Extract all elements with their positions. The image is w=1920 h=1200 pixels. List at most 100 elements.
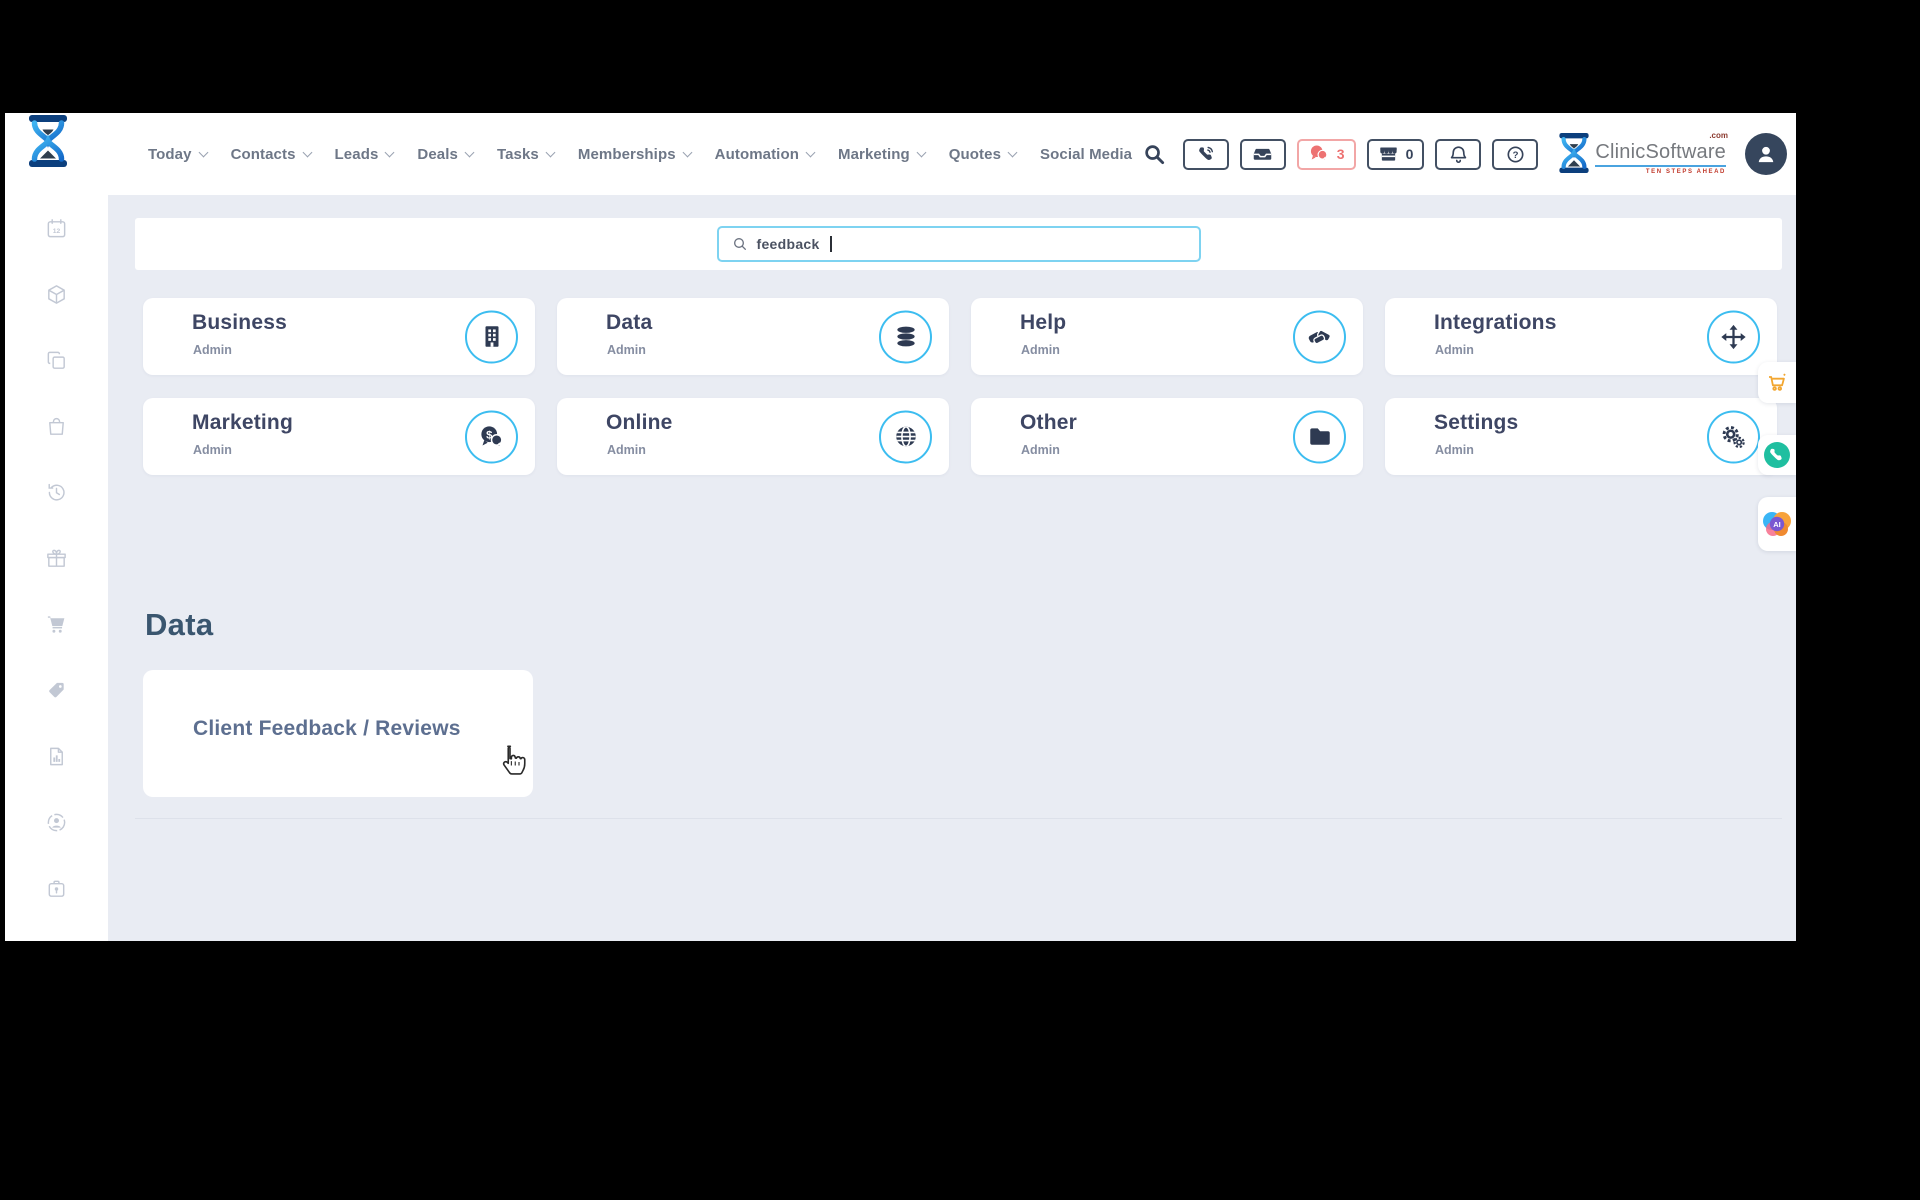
nav-label: Contacts [230, 145, 296, 163]
nav-item-quotes[interactable]: Quotes [948, 145, 1018, 163]
brand-logo[interactable]: ClinicSoftware .com TEN STEPS AHEAD [1557, 131, 1728, 175]
category-card-data[interactable]: Data Admin [557, 298, 949, 375]
category-card-marketing[interactable]: Marketing Admin $ [143, 398, 535, 475]
nav-item-deals[interactable]: Deals [417, 145, 475, 163]
cube-icon[interactable] [45, 283, 68, 306]
result-card-client-feedback[interactable]: Client Feedback / Reviews [143, 670, 533, 797]
card-title: Data [606, 311, 653, 334]
history-icon[interactable] [45, 481, 68, 504]
nav-item-tasks[interactable]: Tasks [496, 145, 556, 163]
bell-icon [1448, 144, 1469, 165]
globe-icon [879, 410, 932, 463]
brand-underline [1595, 165, 1726, 167]
help-button[interactable]: ? [1492, 138, 1539, 170]
messages-button[interactable]: 3 [1296, 138, 1356, 170]
inbox-button[interactable] [1239, 138, 1286, 170]
gift-icon[interactable] [45, 547, 68, 570]
hourglass-logo-icon [1557, 133, 1591, 173]
nav-label: Marketing [837, 145, 910, 163]
chat-dollar-icon: $ [465, 410, 518, 463]
ai-assistant-icon: AI [1763, 512, 1791, 536]
nav-item-automation[interactable]: Automation [714, 145, 816, 163]
search-icon[interactable] [1143, 143, 1166, 166]
nav-item-contacts[interactable]: Contacts [230, 145, 312, 163]
card-subtitle: Admin [1435, 343, 1474, 357]
card-title: Business [192, 311, 287, 334]
phone-icon [1196, 144, 1216, 164]
storefront-icon [1378, 144, 1399, 165]
chevron-down-icon [545, 147, 556, 157]
search-value: feedback [756, 236, 820, 252]
price-tag-icon[interactable] [45, 679, 68, 702]
card-subtitle: Admin [1435, 443, 1474, 457]
chevron-down-icon [805, 147, 816, 157]
category-card-other[interactable]: Other Admin [971, 398, 1363, 475]
cart-icon[interactable] [45, 613, 68, 636]
card-title: Help [1020, 311, 1067, 334]
nav-label: Quotes [948, 145, 1002, 163]
report-icon[interactable] [45, 745, 68, 768]
nav-item-leads[interactable]: Leads [334, 145, 395, 163]
move-arrows-icon [1707, 310, 1760, 363]
svg-text:12: 12 [53, 228, 61, 235]
category-card-integrations[interactable]: Integrations Admin [1385, 298, 1777, 375]
svg-text:?: ? [1512, 150, 1518, 161]
brand-tld: .com [1709, 131, 1728, 140]
handshake-icon [1293, 310, 1346, 363]
nav-label: Memberships [577, 145, 676, 163]
chevron-down-icon [302, 147, 312, 157]
card-title: Integrations [1434, 311, 1557, 334]
user-avatar[interactable] [1745, 133, 1787, 175]
notifications-button[interactable] [1435, 138, 1482, 170]
floating-ai-button[interactable]: AI [1758, 497, 1796, 551]
card-title: Other [1020, 411, 1078, 434]
category-card-settings[interactable]: Settings Admin [1385, 398, 1777, 475]
category-card-online[interactable]: Online Admin [557, 398, 949, 475]
store-button[interactable]: 0 [1366, 138, 1425, 170]
top-header: Today Contacts Leads Deals Tasks Members… [5, 113, 1796, 195]
orange-cart-icon [1769, 373, 1786, 391]
nav-item-marketing[interactable]: Marketing [837, 145, 927, 163]
card-subtitle: Admin [1021, 343, 1060, 357]
brand-tagline: TEN STEPS AHEAD [1645, 169, 1726, 175]
chevron-down-icon [384, 147, 395, 157]
nav-label: Today [148, 145, 192, 163]
chevron-down-icon [464, 147, 475, 157]
folder-icon [1293, 410, 1346, 463]
nav-label: Tasks [496, 145, 539, 163]
svg-text:AI: AI [1773, 520, 1781, 529]
card-title: Marketing [192, 411, 293, 434]
app-window: Today Contacts Leads Deals Tasks Members… [5, 113, 1796, 941]
category-card-business[interactable]: Business Admin [143, 298, 535, 375]
search-toolbar: feedback [135, 218, 1782, 270]
section-divider [135, 818, 1782, 819]
nav-item-social-media[interactable]: Social Media [1040, 146, 1132, 163]
nav-label: Automation [714, 145, 799, 163]
gears-icon [1707, 410, 1760, 463]
nav-label: Deals [417, 145, 458, 163]
floating-phone-button[interactable] [1758, 435, 1796, 475]
card-subtitle: Admin [607, 443, 646, 457]
whatsapp-phone-icon [1764, 442, 1790, 468]
chat-bubbles-icon [1308, 143, 1330, 165]
question-circle-icon: ? [1505, 144, 1526, 165]
search-input[interactable]: feedback [716, 226, 1201, 262]
shopping-bag-icon[interactable] [45, 415, 68, 438]
copy-pages-icon[interactable] [45, 349, 68, 372]
nav-item-memberships[interactable]: Memberships [577, 145, 693, 163]
sidebar-logo[interactable] [25, 115, 71, 172]
nav-item-today[interactable]: Today [148, 145, 209, 163]
calendar-icon[interactable]: 12 [45, 217, 68, 240]
nav-label: Social Media [1040, 145, 1133, 163]
account-icon[interactable] [45, 811, 68, 834]
text-caret [829, 236, 832, 252]
nav-label: Leads [334, 145, 379, 163]
store-count: 0 [1405, 146, 1414, 162]
vault-lock-icon[interactable] [45, 877, 68, 900]
left-sidebar: 12 [5, 113, 108, 941]
card-subtitle: Admin [193, 443, 232, 457]
floating-cart-button[interactable] [1758, 362, 1796, 403]
phone-button[interactable] [1182, 138, 1229, 170]
category-card-help[interactable]: Help Admin [971, 298, 1363, 375]
database-icon [879, 310, 932, 363]
